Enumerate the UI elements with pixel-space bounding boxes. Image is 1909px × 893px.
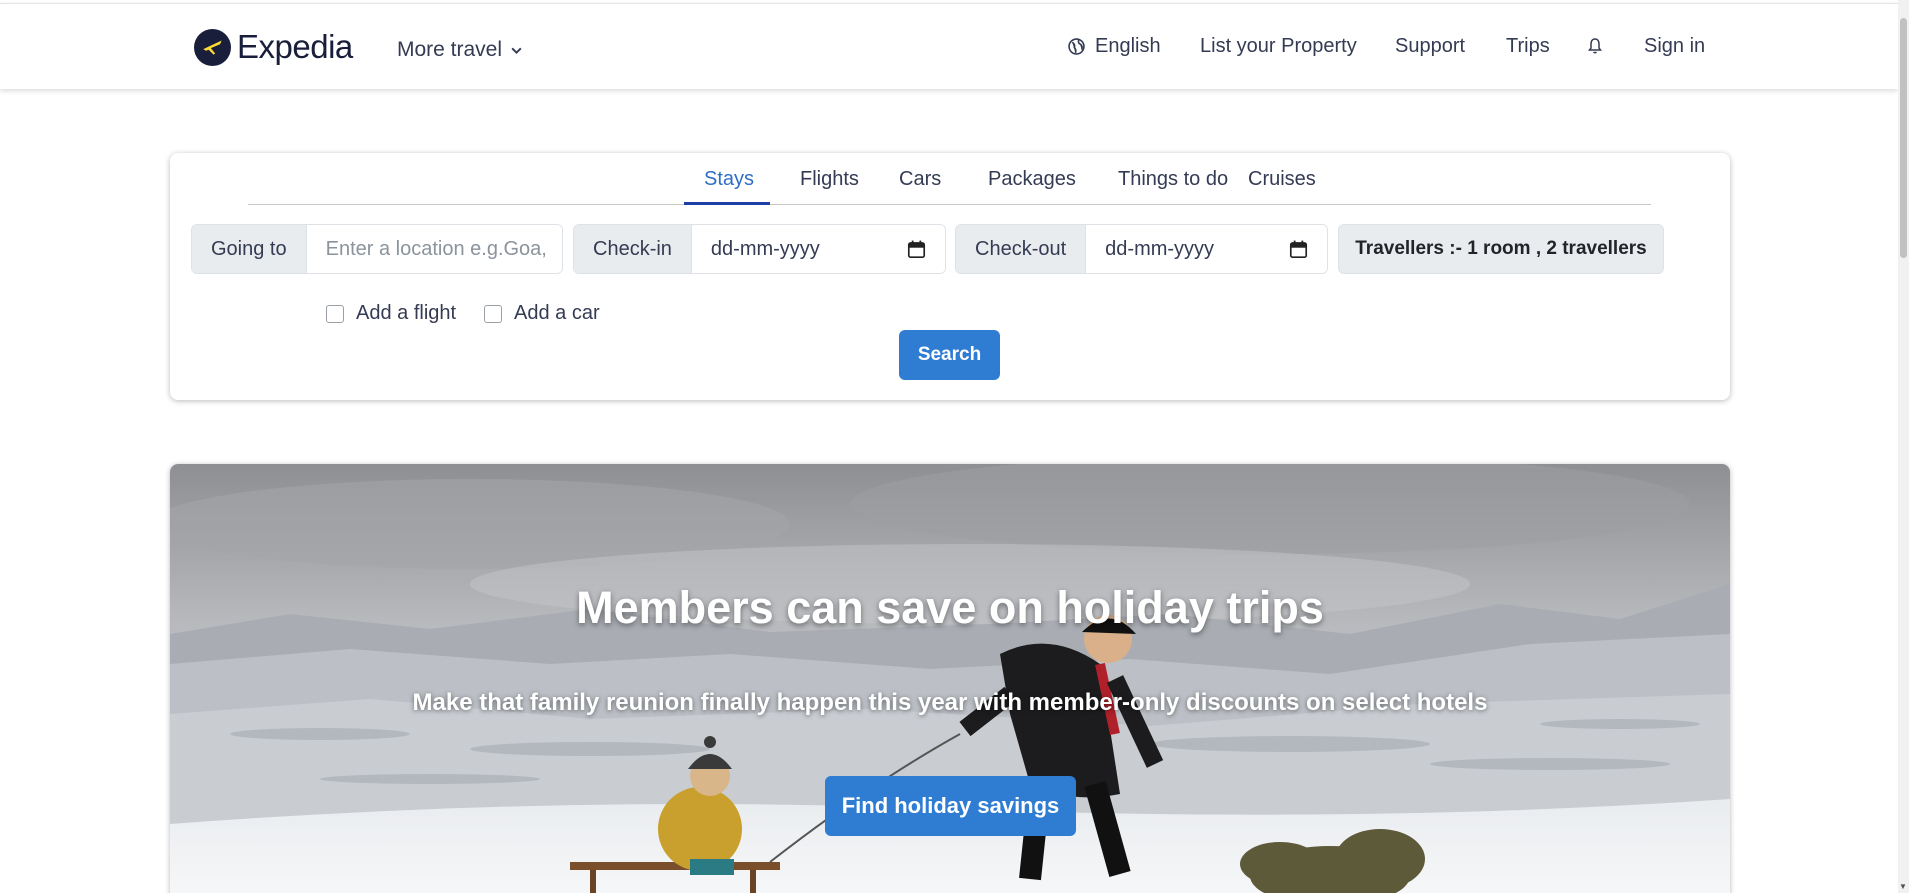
language-label: English bbox=[1095, 35, 1161, 57]
page: Expedia More travel English List your Pr… bbox=[0, 0, 1909, 893]
support-link[interactable]: Support bbox=[1395, 35, 1465, 58]
add-flight-label: Add a flight bbox=[356, 302, 457, 324]
hero-banner: Members can save on holiday trips Make t… bbox=[170, 464, 1730, 893]
search-card: Stays Flights Cars Packages Things to do… bbox=[170, 153, 1730, 400]
header-nav: English List your Property Support Trips… bbox=[0, 35, 1898, 63]
check-in-field: Check-in dd-mm-yyyy bbox=[573, 224, 946, 274]
add-flight-checkbox[interactable]: Add a flight bbox=[326, 302, 456, 325]
scrollbar-thumb[interactable] bbox=[1900, 18, 1907, 258]
check-in-input[interactable]: dd-mm-yyyy bbox=[691, 225, 945, 273]
check-out-label: Check-out bbox=[956, 225, 1087, 273]
check-out-field: Check-out dd-mm-yyyy bbox=[955, 224, 1328, 274]
active-tab-underline bbox=[684, 202, 770, 205]
tab-packages[interactable]: Packages bbox=[988, 168, 1076, 191]
search-tabs: Stays Flights Cars Packages Things to do… bbox=[248, 153, 1651, 205]
find-holiday-savings-button[interactable]: Find holiday savings bbox=[825, 776, 1076, 836]
going-to-label: Going to bbox=[192, 225, 307, 273]
going-to-field: Going to bbox=[191, 224, 563, 274]
calendar-icon[interactable] bbox=[1289, 240, 1308, 259]
tab-stays[interactable]: Stays bbox=[704, 168, 754, 191]
add-car-label: Add a car bbox=[514, 302, 600, 324]
hero-subtitle: Make that family reunion finally happen … bbox=[412, 689, 1488, 716]
trips-link[interactable]: Trips bbox=[1506, 35, 1550, 58]
check-in-value: dd-mm-yyyy bbox=[710, 237, 820, 260]
check-out-input[interactable]: dd-mm-yyyy bbox=[1086, 225, 1327, 273]
bell-icon[interactable] bbox=[1587, 37, 1603, 55]
going-to-input[interactable] bbox=[306, 225, 562, 273]
checkbox-box[interactable] bbox=[484, 304, 502, 323]
tab-cars[interactable]: Cars bbox=[899, 168, 941, 191]
checkbox-box[interactable] bbox=[326, 304, 344, 323]
calendar-icon[interactable] bbox=[907, 240, 926, 259]
tab-cruises[interactable]: Cruises bbox=[1248, 168, 1316, 191]
globe-icon bbox=[1068, 38, 1085, 55]
check-out-value: dd-mm-yyyy bbox=[1105, 237, 1215, 260]
travellers-selector[interactable]: Travellers :- 1 room , 2 travellers bbox=[1338, 224, 1664, 274]
add-car-checkbox[interactable]: Add a car bbox=[484, 302, 600, 325]
list-property-link[interactable]: List your Property bbox=[1200, 35, 1357, 58]
scroll-down-icon[interactable]: ▼ bbox=[1899, 882, 1907, 891]
top-header: Expedia More travel English List your Pr… bbox=[0, 3, 1898, 89]
hero-title: Members can save on holiday trips bbox=[576, 582, 1324, 633]
page-scrollbar[interactable]: ▼ bbox=[1898, 0, 1909, 893]
search-button[interactable]: Search bbox=[899, 330, 1000, 380]
check-in-label: Check-in bbox=[574, 225, 692, 273]
language-selector[interactable]: English bbox=[1068, 35, 1161, 58]
sign-in-link[interactable]: Sign in bbox=[1644, 35, 1705, 58]
tab-flights[interactable]: Flights bbox=[800, 168, 859, 191]
tab-things-to-do[interactable]: Things to do bbox=[1118, 168, 1228, 191]
